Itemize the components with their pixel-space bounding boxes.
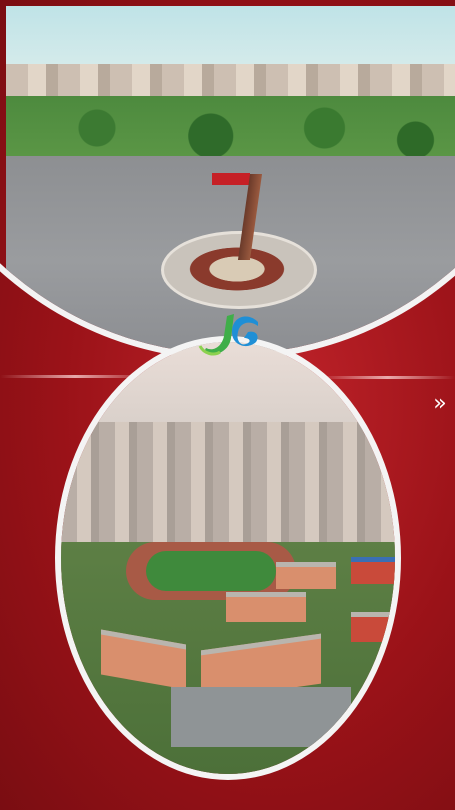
double-chevron-right-icon: » xyxy=(433,391,447,416)
top-aerial-photo xyxy=(0,0,455,360)
photo-roundabout xyxy=(161,231,317,309)
photo-football-field xyxy=(146,551,276,591)
jg-logo-icon xyxy=(198,314,258,356)
photo-building xyxy=(276,562,336,589)
photo-building xyxy=(226,592,306,622)
bottom-aerial-photo xyxy=(55,336,401,780)
photo-building xyxy=(351,557,395,584)
screen: » xyxy=(0,0,455,810)
photo-building xyxy=(351,612,395,642)
photo-red-sign xyxy=(212,173,250,185)
roundabout-flowerbed xyxy=(182,244,292,294)
photo-parking-lot xyxy=(171,687,351,747)
next-page-button[interactable]: » xyxy=(426,392,454,416)
